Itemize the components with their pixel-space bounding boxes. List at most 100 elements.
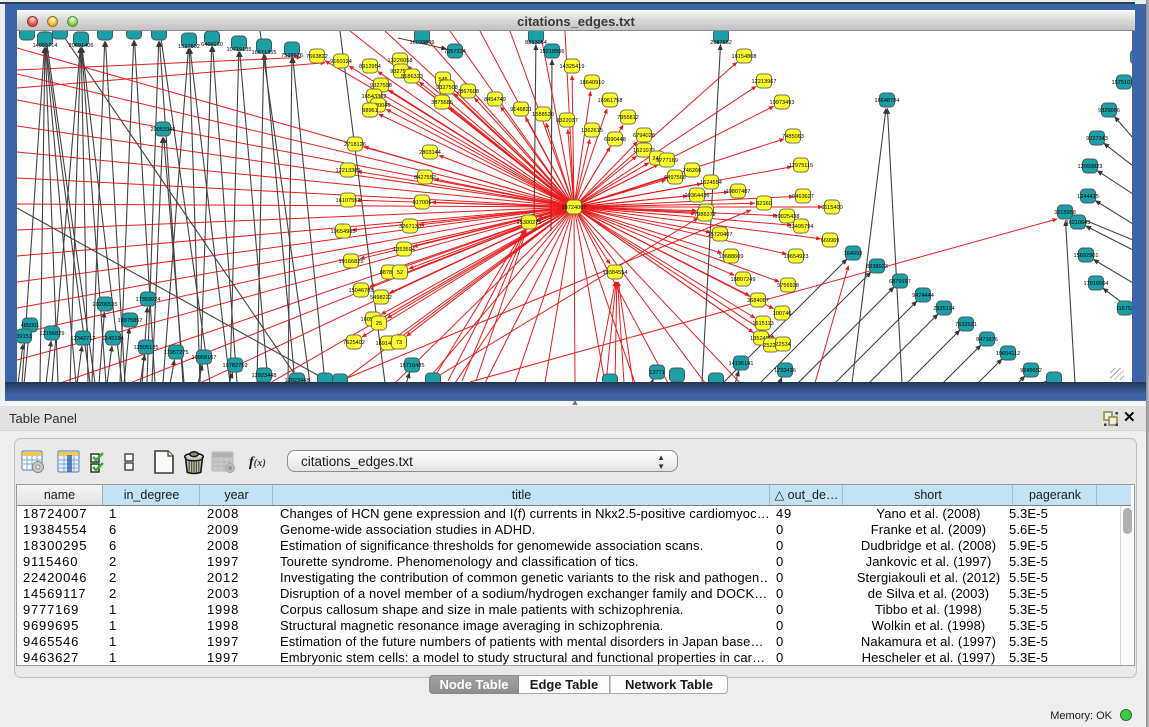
svg-text:7485063: 7485063 [782,134,804,140]
svg-text:10688609: 10688609 [719,254,744,260]
svg-text:20691406: 20691406 [69,43,94,49]
svg-text:15751074: 15751074 [1112,80,1132,86]
svg-text:15692901: 15692901 [1074,253,1099,259]
svg-text:917006: 917006 [413,200,432,206]
svg-text:19384554: 19384554 [603,270,628,276]
svg-text:9756928: 9756928 [777,283,799,289]
svg-text:1244415: 1244415 [1077,194,1099,200]
svg-text:9245652: 9245652 [1020,368,1042,374]
svg-text:7357224: 7357224 [444,49,466,55]
svg-text:116753: 116753 [1116,306,1132,312]
svg-text:19975857: 19975857 [118,318,143,324]
svg-text:1624554: 1624554 [700,180,722,186]
svg-text:16671355: 16671355 [252,50,277,56]
svg-text:1588520: 1588520 [532,112,554,118]
svg-text:16107552: 16107552 [336,198,361,204]
svg-text:5498222: 5498222 [370,295,392,301]
svg-text:7955812: 7955812 [617,115,639,121]
svg-text:20053346: 20053346 [151,127,176,133]
svg-text:2718126: 2718126 [344,142,366,148]
svg-text:6794028: 6794028 [633,133,655,139]
svg-text:12975115: 12975115 [789,163,813,169]
svg-text:1733426: 1733426 [774,368,796,374]
svg-text:100746: 100746 [773,311,792,317]
svg-text:7632621: 7632621 [955,322,977,328]
svg-text:16154808: 16154808 [732,54,757,60]
svg-text:19654923: 19654923 [784,254,809,260]
svg-text:6990448: 6990448 [604,137,626,143]
svg-text:3875685: 3875685 [431,100,453,106]
svg-text:19218506: 19218506 [540,49,565,55]
svg-text:12093823: 12093823 [1078,164,1103,170]
svg-text:8912954: 8912954 [359,64,381,70]
svg-text:14196141: 14196141 [729,361,754,367]
svg-text:15300275: 15300275 [517,220,542,226]
svg-text:7986372: 7986372 [694,212,716,218]
svg-text:9115400: 9115400 [821,205,842,211]
svg-text:9777169: 9777169 [656,158,678,164]
svg-text:1145194: 1145194 [102,336,123,342]
svg-text:6879197: 6879197 [889,279,911,285]
svg-text:18724007: 18724007 [562,205,587,211]
svg-text:25: 25 [376,321,382,327]
svg-text:164093: 164093 [844,251,863,257]
svg-text:13226058: 13226058 [388,58,413,64]
svg-text:18807249: 18807249 [731,277,756,283]
svg-text:9463627: 9463627 [792,194,814,200]
svg-text:3267130: 3267130 [399,224,421,230]
svg-text:7515526: 7515526 [281,53,303,59]
svg-text:8813054: 8813054 [525,40,547,46]
svg-text:7663822: 7663822 [306,54,328,60]
svg-text:13495794: 13495794 [789,224,814,230]
svg-text:9474444: 9474444 [912,293,934,299]
svg-text:8186323: 8186323 [401,74,423,80]
svg-text:22534: 22534 [775,342,791,348]
svg-text:1362615: 1362615 [581,128,603,134]
svg-text:52: 52 [397,270,403,276]
svg-text:12923448: 12923448 [252,373,277,379]
svg-text:8938923: 8938923 [866,264,888,270]
svg-text:17359924: 17359924 [136,297,161,303]
svg-text:73: 73 [396,340,402,346]
svg-text:9227343: 9227343 [1086,136,1108,142]
svg-text:15716485: 15716485 [400,363,425,369]
svg-text:15046785: 15046785 [349,288,374,294]
svg-text:9160124: 9160124 [330,59,352,65]
svg-text:1615113: 1615113 [752,321,773,327]
svg-text:669969: 669969 [821,238,840,244]
svg-text:3684067: 3684067 [747,298,769,304]
svg-text:20206535: 20206535 [93,302,118,308]
svg-text:2935114: 2935114 [933,306,954,312]
svg-text:19654985: 19654985 [331,229,356,235]
svg-text:1527602: 1527602 [178,44,200,50]
svg-text:19166825: 19166825 [339,259,364,265]
svg-text:9327508: 9327508 [436,85,458,91]
svg-text:7625402: 7625402 [343,340,365,346]
svg-text:485001: 485001 [21,323,40,329]
svg-text:17957275: 17957275 [164,350,189,356]
svg-text:10654112: 10654112 [996,351,1020,357]
svg-text:12342717: 12342717 [71,336,96,342]
svg-text:39151: 39151 [17,334,32,340]
svg-text:12156829: 12156829 [40,331,65,337]
svg-text:6497568: 6497568 [664,175,686,181]
svg-text:12213967: 12213967 [752,79,777,85]
svg-text:15720407: 15720407 [708,232,733,238]
svg-text:2867608: 2867608 [457,89,479,95]
svg-text:6466160: 6466160 [201,42,223,48]
svg-text:8322037: 8322037 [556,118,578,124]
svg-text:2803144: 2803144 [419,150,441,156]
svg-text:16033809: 16033809 [410,40,435,46]
svg-text:10719135: 10719135 [227,47,252,53]
svg-text:8454749: 8454749 [484,97,506,103]
svg-text:98961: 98961 [362,108,378,114]
svg-text:9327598: 9327598 [370,83,392,89]
svg-text:10973493: 10973493 [770,100,795,106]
svg-text:8427552: 8427552 [414,175,436,181]
svg-text:18640910: 18640910 [580,80,605,86]
svg-text:16782759: 16782759 [223,363,248,369]
svg-text:9329966: 9329966 [1098,108,1120,114]
svg-text:8471676: 8471676 [976,337,998,343]
svg-text:17016504: 17016504 [1084,281,1109,287]
svg-text:16210643: 16210643 [1066,220,1091,226]
